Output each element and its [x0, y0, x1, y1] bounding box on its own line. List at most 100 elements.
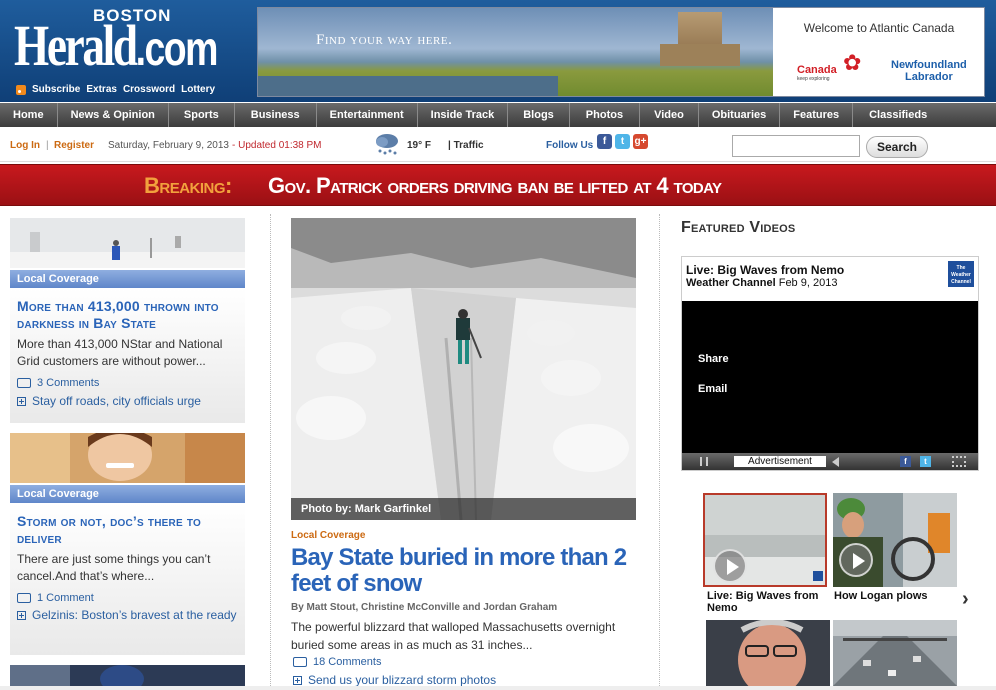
main-nav: Home News & Opinion Sports Business Ente… — [0, 103, 996, 127]
nav-inside-track[interactable]: Inside Track — [418, 103, 509, 127]
email-button[interactable]: Email — [698, 383, 727, 395]
utility-bar: Log In | Register Saturday, February 9, … — [0, 130, 996, 162]
story-comments[interactable]: 1 Comment — [17, 592, 94, 604]
breaking-label: Breaking: — [144, 173, 232, 198]
main-story-comments[interactable]: 18 Comments — [293, 656, 381, 668]
ad-nl-line1: Newfoundland — [891, 59, 967, 71]
weather-channel-logo: The Weather Channel — [948, 261, 974, 287]
main-story-tag[interactable]: Local Coverage — [291, 530, 365, 541]
site-logo[interactable]: Herald.com — [14, 13, 218, 82]
story-summary: More than 413,000 NStar and National Gri… — [17, 337, 223, 368]
facebook-icon[interactable]: f — [597, 134, 612, 149]
video-thumbnail[interactable] — [833, 620, 957, 686]
main-story-photo[interactable] — [291, 218, 636, 520]
nav-obituaries[interactable]: Obituaries — [699, 103, 781, 127]
ad-canada-logo-text: Canada keep exploring — [797, 64, 837, 82]
story-headline[interactable]: Storm or not, doc’s there to deliver — [17, 513, 242, 547]
ad-canada-text: Canada — [797, 64, 837, 76]
nav-business[interactable]: Business — [235, 103, 317, 127]
nav-sports[interactable]: Sports — [169, 103, 235, 127]
search-input[interactable] — [732, 135, 860, 157]
rss-icon[interactable] — [16, 84, 26, 95]
story-thumbnail[interactable] — [10, 665, 245, 686]
ad-newfoundland-logo: Newfoundland Labrador — [891, 59, 967, 83]
video-title: Live: Big Waves from Nemo — [686, 263, 845, 277]
nav-blogs[interactable]: Blogs — [508, 103, 570, 127]
google-plus-icon[interactable]: g+ — [633, 134, 648, 149]
story-headline[interactable]: More than 413,000 thrown into darkness i… — [17, 298, 242, 332]
ad-tagline: Find your way here. — [316, 32, 453, 48]
comments-count[interactable]: 18 Comments — [313, 656, 381, 668]
play-icon[interactable] — [839, 543, 873, 577]
twitter-share-icon[interactable]: t — [920, 456, 931, 467]
nav-classifieds[interactable]: Classifieds — [853, 103, 943, 127]
story-comments[interactable]: 3 Comments — [17, 377, 99, 389]
video-source-name: Weather Channel — [686, 277, 776, 289]
comments-count[interactable]: 3 Comments — [37, 377, 99, 389]
snow-cloud-icon[interactable] — [374, 132, 400, 156]
facebook-share-icon[interactable]: f — [900, 456, 911, 467]
video-thumbnail[interactable] — [833, 493, 957, 587]
login-link[interactable]: Log In — [10, 140, 40, 151]
breaking-headline[interactable]: Gov. Patrick orders driving ban be lifte… — [268, 173, 722, 199]
nav-home[interactable]: Home — [0, 103, 58, 127]
video-thumbnail[interactable] — [706, 620, 830, 686]
traffic-link[interactable]: | Traffic — [448, 140, 484, 151]
story-tag[interactable]: Local Coverage — [10, 485, 245, 503]
chevron-right-icon[interactable]: › — [962, 588, 969, 611]
story-thumbnail[interactable] — [10, 218, 245, 268]
logo-herald-text: Herald — [14, 13, 138, 78]
video-caption[interactable]: How Logan plows — [834, 590, 958, 602]
twitter-icon[interactable]: t — [615, 134, 630, 149]
register-link[interactable]: Register — [54, 140, 94, 151]
video-thumbnail-image — [833, 620, 957, 686]
story-thumbnail[interactable] — [10, 433, 245, 483]
main-story-byline: By Matt Stout, Christine McConville and … — [291, 602, 558, 613]
search-button[interactable]: Search — [866, 136, 928, 158]
comments-count[interactable]: 1 Comment — [37, 592, 94, 604]
nav-news-opinion[interactable]: News & Opinion — [58, 103, 169, 127]
share-button[interactable]: Share — [698, 353, 729, 365]
left-story-card: Local Coverage More than 413,000 thrown … — [10, 218, 245, 423]
bottom-edge — [0, 686, 996, 690]
story-tag[interactable]: Local Coverage — [10, 270, 245, 288]
maple-leaf-icon: ✿ — [843, 50, 862, 75]
main-story-summary: The powerful blizzard that walloped Mass… — [291, 620, 616, 652]
nav-photos[interactable]: Photos — [570, 103, 641, 127]
plus-icon — [17, 397, 26, 406]
story-summary: There are just some things you can’t can… — [17, 552, 211, 583]
follow-us-label: Follow Us — [546, 140, 594, 151]
crossword-link[interactable]: Crossword — [123, 84, 175, 95]
subscribe-link[interactable]: Subscribe — [32, 84, 80, 95]
video-caption[interactable]: Live: Big Waves from Nemo — [707, 590, 831, 614]
current-date: Saturday, February 9, 2013 — [108, 140, 229, 151]
lottery-link[interactable]: Lottery — [181, 84, 215, 95]
ad-canada-sub: keep exploring — [797, 76, 830, 82]
video-thumbnail-image — [706, 620, 830, 686]
video-player[interactable]: Live: Big Waves from Nemo Weather Channe… — [681, 256, 979, 471]
fullscreen-icon[interactable] — [952, 456, 966, 467]
related-link-text[interactable]: Gelzinis: Boston’s bravest at the ready — [32, 607, 237, 624]
site-header: BOSTON Herald.com Subscribe Extras Cross… — [0, 0, 996, 102]
main-story-headline[interactable]: Bay State buried in more than 2 feet of … — [291, 545, 651, 597]
video-controls: Advertisement f t — [682, 453, 978, 470]
related-link[interactable]: Stay off roads, city officials urge — [17, 393, 201, 410]
volume-icon[interactable] — [832, 457, 839, 467]
related-link-text[interactable]: Stay off roads, city officials urge — [32, 393, 201, 410]
related-link[interactable]: Gelzinis: Boston’s bravest at the ready — [17, 607, 237, 624]
nav-entertainment[interactable]: Entertainment — [317, 103, 418, 127]
temperature: 19° F — [407, 140, 432, 151]
nav-video[interactable]: Video — [640, 103, 699, 127]
pause-icon[interactable] — [700, 457, 708, 466]
ad-welcome-text: Welcome to Atlantic Canada — [803, 21, 955, 35]
video-thumbnail[interactable] — [703, 493, 827, 587]
plus-icon — [293, 676, 302, 685]
comment-icon — [17, 593, 31, 603]
extras-link[interactable]: Extras — [86, 84, 117, 95]
video-source: Weather Channel Feb 9, 2013 — [686, 277, 837, 289]
updated-time: - Updated 01:38 PM — [232, 140, 322, 151]
ad-banner[interactable]: Find your way here. Welcome to Atlantic … — [257, 7, 985, 97]
play-icon[interactable] — [713, 549, 747, 583]
nav-features[interactable]: Features — [780, 103, 854, 127]
breaking-news-bar[interactable]: Breaking: Gov. Patrick orders driving ba… — [0, 164, 996, 206]
